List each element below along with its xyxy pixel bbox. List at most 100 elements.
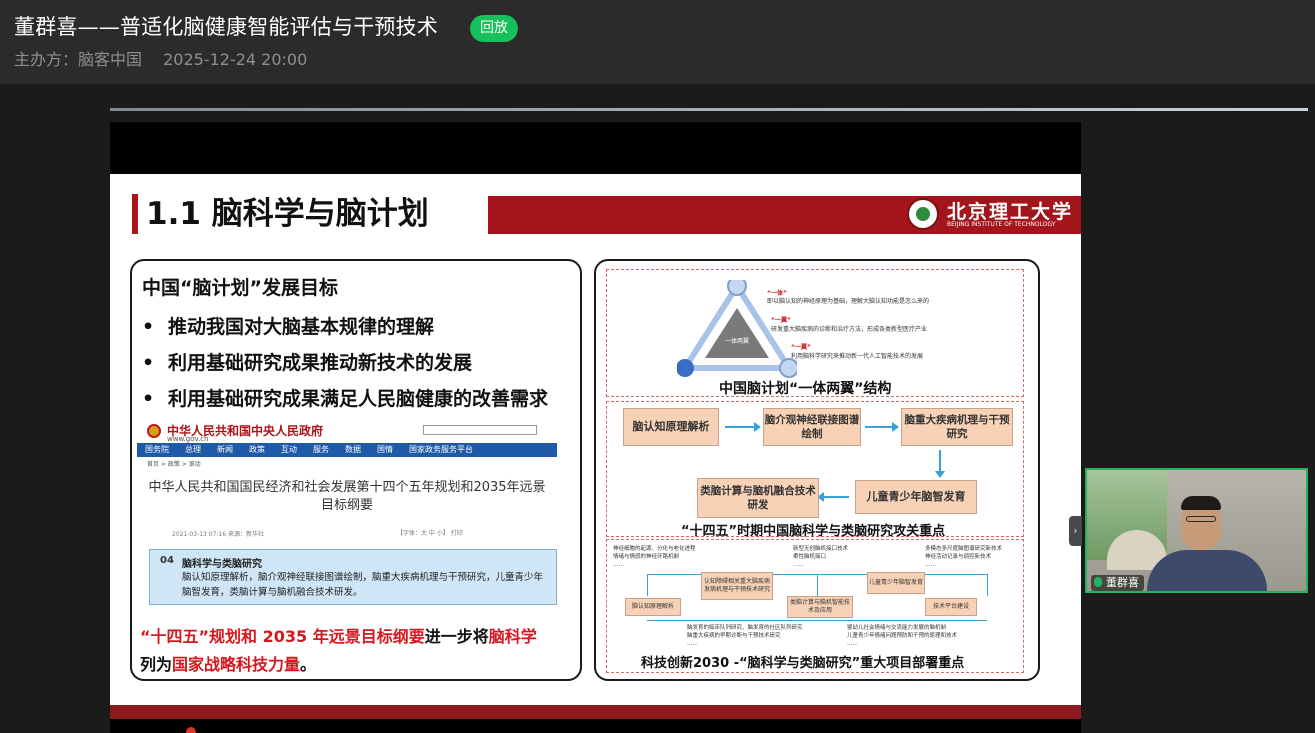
- gov-excerpt-box: 04 脑科学与类脑研究 脑认知原理解析，脑介观神经联接图谱绘制，脑重大疾病机理与…: [149, 549, 557, 605]
- slide-title-marker: [132, 194, 138, 234]
- mini-text: 柔性脑机接口: [793, 554, 827, 560]
- live-title: 董群喜——普适化脑健康智能评估与干预技术: [14, 15, 438, 39]
- mini-text: 多模态多尺度脑图谱研究新技术: [925, 546, 1003, 552]
- gov-nav-item: 政策: [249, 445, 265, 454]
- brain-research-panel: 一体两翼 “一体” 即以脑认知的神经原理为基础，理解大脑认知功能是怎么来的 “一…: [594, 259, 1040, 681]
- mini-text: 脑发育的临床队列研究、脑发育的社区队列研究: [687, 625, 803, 631]
- gov-website-screenshot: 中华人民共和国中央人民政府 www.gov.cn 国务院 总理 新闻 政策 互动…: [137, 421, 557, 611]
- mini-connector: [647, 574, 648, 596]
- top-bar: 董群喜——普适化脑健康智能评估与干预技术 回放 主办方：脑客中国 2025-12…: [0, 0, 1315, 84]
- flow-box-connectome: 脑介观神经联接图谱绘制: [763, 408, 861, 446]
- goals-list: • 推动我国对大脑基本规律的理解 • 利用基础研究成果推动新技术的发展 • 利用基础研…: [142, 309, 548, 417]
- gov-document-meta: 2021-03-13 07:16 来源：新华社: [172, 531, 264, 538]
- university-emblem-icon: [907, 198, 939, 230]
- structure-caption: 中国脑计划“一体两翼”结构: [719, 381, 892, 397]
- mini-text: 神经细胞的起源、分化与老化进程: [613, 546, 696, 552]
- one-body-text: 即以脑认知的神经原理为基础，理解大脑认知功能是怎么来的: [767, 298, 930, 305]
- mini-text: ……: [613, 562, 624, 568]
- speaker-video-pip[interactable]: 董群喜: [1085, 468, 1308, 593]
- flow-arrow-down: [935, 450, 945, 478]
- mini-box: 儿童青少年脑智发育: [867, 572, 925, 594]
- slide-header: 1.1 脑科学与脑计划 北京理工大学 BEIJING INSTITUTE OF …: [132, 194, 1081, 234]
- flow-arrow: [865, 422, 899, 432]
- speaker-glasses: [1186, 516, 1216, 522]
- gov-nav-item: 国情: [377, 445, 393, 454]
- one-body-two-wings-section: 一体两翼 “一体” 即以脑认知的神经原理为基础，理解大脑认知功能是怎么来的 “一…: [606, 269, 1024, 397]
- mini-text: 脑重大疾病的早期诊断与干预技术研究: [687, 633, 781, 639]
- wing1-text: 研发重大脑疾病的诊断和治疗方法，形成各类新型医疗产业: [771, 326, 928, 333]
- university-name-cn: 北京理工大学: [947, 201, 1074, 223]
- vertex-wing-right: [779, 358, 797, 378]
- goal-item: • 推动我国对大脑基本规律的理解: [142, 316, 435, 338]
- national-emblem-icon: [147, 424, 161, 438]
- slide-footer-bar: [110, 705, 1081, 719]
- player-top-strip: [110, 108, 1308, 111]
- playback-progress-handle[interactable]: [186, 727, 196, 733]
- mini-text: ……: [793, 562, 804, 568]
- mini-box: 类脑计算与脑机智能技术及应用: [787, 596, 853, 618]
- mini-text: 神经活动记录与调控新技术: [925, 554, 992, 560]
- gov-nav-item: 数据: [345, 445, 361, 454]
- excerpt-text: 脑认知原理解析，脑介观神经联接图谱绘制，脑重大疾病机理与干预研究，儿童青少年脑智…: [182, 572, 544, 598]
- shared-screen: 1.1 脑科学与脑计划 北京理工大学 BEIJING INSTITUTE OF …: [110, 122, 1081, 733]
- datetime-text: 2025-12-24 20:00: [163, 50, 308, 69]
- gov-site-url: www.gov.cn: [167, 435, 209, 443]
- speaker-hair: [1181, 496, 1221, 510]
- flow-box-development: 儿童青少年脑智发育: [855, 480, 977, 514]
- key-research-caption: “十四五”时期中国脑科学与类脑研究攻关重点: [681, 524, 946, 539]
- mini-text: 儿童青少年情绪问题预防和干预的原理和技术: [847, 633, 958, 639]
- live-meta: 主办方：脑客中国 2025-12-24 20:00: [14, 46, 323, 70]
- excerpt-title: 脑科学与类脑研究: [182, 559, 262, 570]
- gov-nav-item: 总理: [185, 445, 201, 454]
- gov-nav-item: 服务: [313, 445, 329, 454]
- gov-nav-item: 国务院: [145, 445, 169, 454]
- video-player[interactable]: 1.1 脑科学与脑计划 北京理工大学 BEIJING INSTITUTE OF …: [0, 84, 1315, 733]
- flow-box-disease: 脑重大疾病机理与干预研究: [901, 408, 1013, 446]
- flow-box-brain-inspired: 类脑计算与脑机融合技术研发: [697, 478, 819, 518]
- mini-text: 情绪与情感的神经环路机制: [613, 554, 680, 560]
- flow-box-cognition: 脑认知原理解析: [623, 408, 719, 446]
- mini-text: 新型无创脑机接口技术: [793, 546, 849, 552]
- brain-plan-goals-panel: 中国“脑计划”发展目标 • 推动我国对大脑基本规律的理解 • 利用基础研究成果推动新…: [130, 259, 582, 681]
- gov-nav-item: 互动: [281, 445, 297, 454]
- goals-footer-text: “十四五”规划和 2035 年远景目标纲要进一步将脑科学 列为国家战略科技力量。: [140, 627, 537, 674]
- mini-box: 脑认知原理解析: [625, 598, 681, 616]
- gov-nav-item: 国家政务服务平台: [409, 445, 473, 454]
- speaker-body: [1147, 550, 1267, 591]
- innovation-caption: 科技创新2030 -“脑科学与类脑研究”重大项目部署重点: [641, 656, 965, 671]
- goal-item: • 利用基础研究成果推动新技术的发展: [142, 352, 473, 374]
- gov-document-tools: 【字体：大 中 小】 打印: [397, 530, 463, 537]
- mic-icon: [1094, 577, 1102, 587]
- mini-connector: [817, 574, 818, 596]
- gov-nav-bar: 国务院 总理 新闻 政策 互动 服务 数据 国情 国家政务服务平台: [137, 443, 557, 457]
- triangle-center-label: 一体两翼: [725, 338, 750, 345]
- collapse-pip-button[interactable]: ›: [1069, 516, 1082, 546]
- goals-heading: 中国“脑计划”发展目标: [142, 277, 338, 299]
- organizer-text: 主办方：脑客中国: [14, 50, 143, 69]
- wing2-label: “一翼”: [791, 344, 811, 351]
- goal-item: • 利用基础研究成果满足人民脑健康的改善需求: [142, 388, 549, 410]
- triangle-core: [705, 308, 769, 358]
- university-name-en: BEIJING INSTITUTE OF TECHNOLOGY: [947, 221, 1056, 228]
- mini-box: 认知障碍相关重大脑疾病发病机理与干预技术研究: [701, 572, 773, 600]
- mini-connector: [647, 620, 987, 621]
- mini-connector: [987, 574, 988, 596]
- mini-box: 技术平台建设: [925, 598, 977, 616]
- gov-search-box: [423, 425, 537, 435]
- gov-breadcrumb: 首页 > 政策 > 滚动: [147, 461, 201, 468]
- wing1-label: “一翼”: [771, 317, 791, 324]
- excerpt-number: 04: [160, 555, 174, 566]
- presentation-slide: 1.1 脑科学与脑计划 北京理工大学 BEIJING INSTITUTE OF …: [110, 174, 1081, 719]
- live-replay-page: 董群喜——普适化脑健康智能评估与干预技术 回放 主办方：脑客中国 2025-12…: [0, 0, 1315, 733]
- mini-text: ……: [687, 641, 698, 647]
- flow-arrow-left: [817, 492, 849, 502]
- slide-title: 1.1 脑科学与脑计划: [146, 196, 429, 232]
- key-research-flow-section: 脑认知原理解析 脑介观神经联接图谱绘制 脑重大疾病机理与干预研究 儿童青少年脑智…: [606, 401, 1024, 539]
- wing2-text: 利用脑科学研究来推动新一代人工智能技术的发展: [791, 353, 924, 360]
- gov-document-title: 中华人民共和国国民经济和社会发展第十四个五年规划和2035年远景目标纲要: [148, 480, 546, 513]
- innovation-2030-section: 神经细胞的起源、分化与老化进程 情绪与情感的神经环路机制 …… 新型无创脑机接口…: [606, 539, 1024, 673]
- vertex-one-body: [727, 280, 747, 296]
- gov-nav-item: 新闻: [217, 445, 233, 454]
- replay-badge[interactable]: 回放: [470, 15, 518, 42]
- speaker-name-tag: 董群喜: [1091, 575, 1144, 591]
